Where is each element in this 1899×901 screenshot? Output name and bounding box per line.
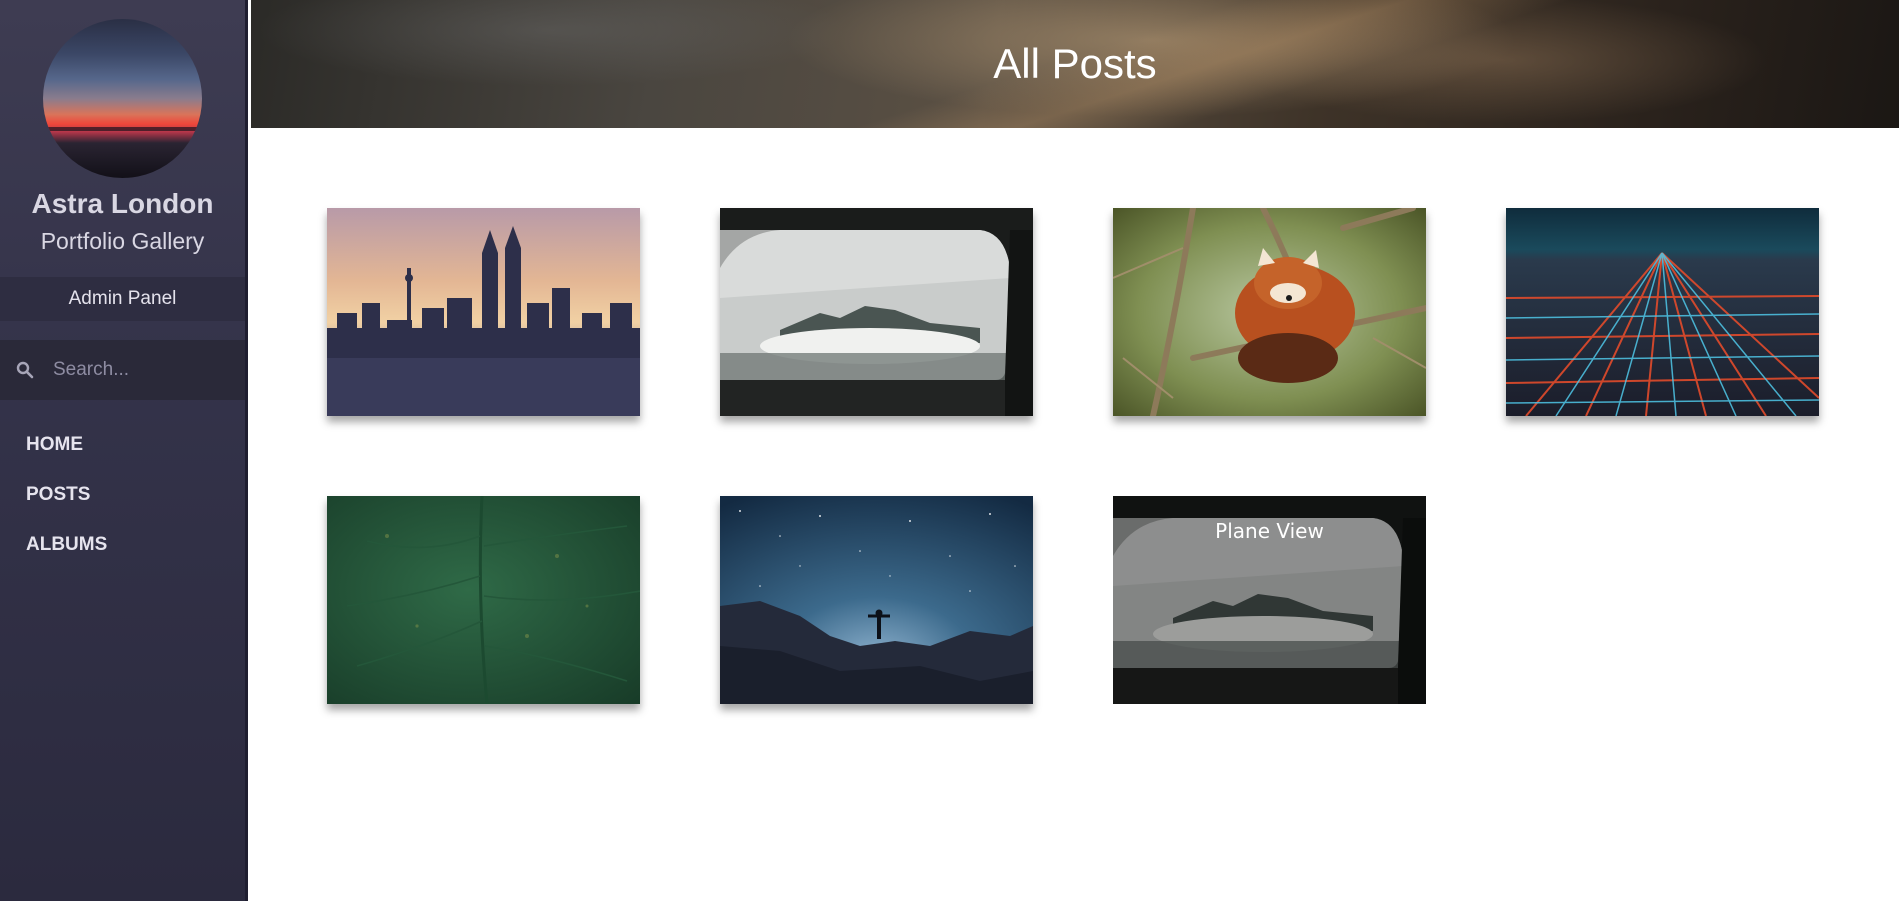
admin-panel-link[interactable]: Admin Panel — [0, 277, 245, 321]
gallery-item-plane-view[interactable]: Plane View — [1113, 496, 1426, 704]
thumbnail-title: Plane View — [1215, 519, 1324, 543]
gallery-item-starry-sky[interactable] — [720, 496, 1033, 704]
nav-item-albums: ALBUMS — [26, 532, 107, 582]
city-skyline-image — [327, 208, 640, 416]
starry-sky-image — [720, 496, 1033, 704]
search-input[interactable] — [51, 358, 241, 382]
car-window-image — [720, 208, 1033, 416]
city-lights-image — [1506, 208, 1819, 416]
gallery-item-red-panda[interactable] — [1113, 208, 1426, 416]
page-title: All Posts — [993, 40, 1157, 87]
search-icon[interactable] — [16, 361, 34, 379]
nav-item-home: HOME — [26, 432, 107, 482]
green-leaf-image — [327, 496, 640, 704]
red-panda-image — [1113, 208, 1426, 416]
search-box — [0, 340, 245, 400]
gallery-item-city-lights[interactable] — [1506, 208, 1819, 416]
nav-link-albums[interactable]: ALBUMS — [26, 534, 107, 555]
profile-avatar[interactable] — [43, 19, 202, 178]
header-banner: All Posts — [251, 0, 1899, 128]
gallery-item-car-window[interactable] — [720, 208, 1033, 416]
nav-link-home[interactable]: HOME — [26, 434, 83, 455]
sidebar: Astra London Portfolio Gallery Admin Pan… — [0, 0, 248, 901]
sidebar-nav: HOME POSTS ALBUMS — [26, 432, 107, 582]
nav-link-posts[interactable]: POSTS — [26, 484, 90, 505]
profile-subtitle: Portfolio Gallery — [40, 228, 205, 254]
nav-item-posts: POSTS — [26, 482, 107, 532]
profile-name: Astra London — [31, 188, 214, 219]
gallery-item-city-skyline[interactable] — [327, 208, 640, 416]
gallery-item-green-leaf[interactable] — [327, 496, 640, 704]
